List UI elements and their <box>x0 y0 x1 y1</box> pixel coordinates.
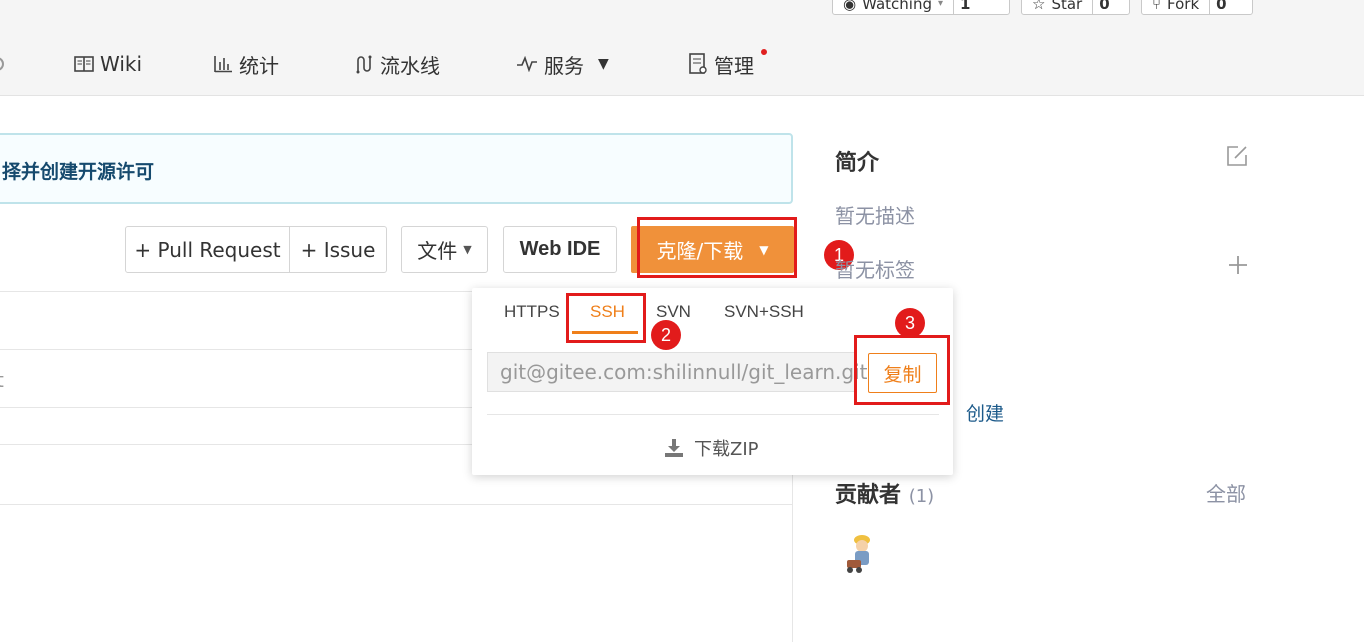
eye-icon: ◉ <box>843 0 857 13</box>
no-description: 暂无描述 <box>835 204 915 228</box>
nav-label-pipeline: 流水线 <box>380 53 440 78</box>
tab-ssh[interactable]: SSH <box>590 302 625 322</box>
license-banner[interactable]: 择并创建开源许可 <box>0 133 793 204</box>
caret-down-icon: ▼ <box>759 242 769 257</box>
pull-request-label: + Pull Request <box>134 237 281 262</box>
annotation-badge-2: 2 <box>651 320 681 350</box>
caret-down-icon: ▼ <box>598 56 609 72</box>
fork-count: 0 <box>1209 0 1232 14</box>
watch-count: 1 <box>953 0 976 14</box>
copy-label: 复制 <box>883 363 922 386</box>
divider <box>0 349 472 350</box>
divider <box>0 291 472 292</box>
nav-item-wiki[interactable]: Wiki <box>74 48 142 80</box>
nav-label-stats: 统计 <box>239 53 279 78</box>
tab-svn[interactable]: SVN <box>656 302 691 322</box>
star-label: Star <box>1051 0 1083 13</box>
web-ide-label: Web IDE <box>519 238 601 260</box>
tab-svn-ssh[interactable]: SVN+SSH <box>724 302 804 322</box>
nav-item-pipeline[interactable]: 流水线 <box>354 48 440 80</box>
edit-icon[interactable] <box>1226 145 1248 167</box>
nav-item-services[interactable]: 服务 ▼ <box>516 48 609 80</box>
file-label: 文件 <box>417 239 458 263</box>
all-contributors-link[interactable]: 全部 <box>1206 478 1246 507</box>
contributors-count: (1) <box>908 486 935 507</box>
partial-icon <box>0 57 4 71</box>
create-link[interactable]: 创建 <box>966 399 1004 426</box>
pull-request-button[interactable]: + Pull Request <box>125 226 290 273</box>
no-tags: 暂无标签 <box>835 258 915 282</box>
divider <box>487 414 939 415</box>
intro-title: 简介 <box>835 151 880 176</box>
star-button[interactable]: ☆ Star 0 <box>1021 0 1130 15</box>
annotation-badge-3: 3 <box>895 308 925 338</box>
list-item-fragment: t <box>0 368 4 392</box>
contributor-avatar[interactable] <box>842 532 876 576</box>
pipeline-icon <box>356 55 372 74</box>
fork-button[interactable]: ⑂ Fork 0 <box>1141 0 1253 15</box>
settings-doc-icon <box>689 53 707 74</box>
star-count: 0 <box>1092 0 1115 14</box>
banner-text: 择并创建开源许可 <box>2 161 155 183</box>
file-button[interactable]: 文件 ▼ <box>401 226 488 273</box>
nav-item-stats[interactable]: 统计 <box>213 48 279 80</box>
nav-label-wiki: Wiki <box>100 52 143 76</box>
download-icon <box>665 439 683 457</box>
clone-url-field[interactable]: git@gitee.com:shilinnull/git_learn.git <box>487 352 867 392</box>
nav-item-partial[interactable] <box>0 48 4 80</box>
clone-download-button[interactable]: 克隆/下载 ▼ <box>631 226 794 273</box>
divider <box>0 504 792 505</box>
clone-url-text: git@gitee.com:shilinnull/git_learn.git <box>500 360 868 384</box>
nav-label-manage: 管理 <box>714 53 754 78</box>
watch-label: Watching <box>862 0 932 13</box>
notification-dot <box>761 49 767 55</box>
watch-button[interactable]: ◉ Watching ▾ 1 <box>832 0 1010 15</box>
caret-icon: ▾ <box>938 0 944 9</box>
repo-header: ◉ Watching ▾ 1 ☆ Star 0 ⑂ Fork 0 Wiki 统计 流水线… <box>0 0 1364 96</box>
star-icon: ☆ <box>1032 0 1046 13</box>
fork-label: Fork <box>1167 0 1200 13</box>
plus-icon[interactable] <box>1228 255 1248 275</box>
bar-chart-icon <box>214 56 232 73</box>
copy-button[interactable]: 复制 <box>868 353 937 393</box>
book-icon <box>74 56 94 72</box>
web-ide-button[interactable]: Web IDE <box>503 226 617 273</box>
issue-button[interactable]: + Issue <box>289 226 387 273</box>
issue-label: + Issue <box>300 237 376 262</box>
nav-label-services: 服务 <box>544 53 584 78</box>
contributors-title: 贡献者 (1) <box>835 477 934 509</box>
pulse-icon <box>517 56 537 72</box>
tab-https[interactable]: HTTPS <box>504 302 560 322</box>
contributors-label: 贡献者 <box>835 483 902 508</box>
active-tab-indicator <box>572 331 638 334</box>
nav-item-manage[interactable]: 管理 <box>688 48 754 80</box>
caret-down-icon: ▼ <box>463 243 472 256</box>
clone-download-label: 克隆/下载 <box>656 239 744 263</box>
clone-dropdown: HTTPS SSH SVN SVN+SSH git@gitee.com:shil… <box>472 288 953 475</box>
fork-icon: ⑂ <box>1152 0 1162 13</box>
download-zip-label: 下载ZIP <box>694 439 759 460</box>
download-zip-link[interactable]: 下载ZIP <box>664 435 759 461</box>
